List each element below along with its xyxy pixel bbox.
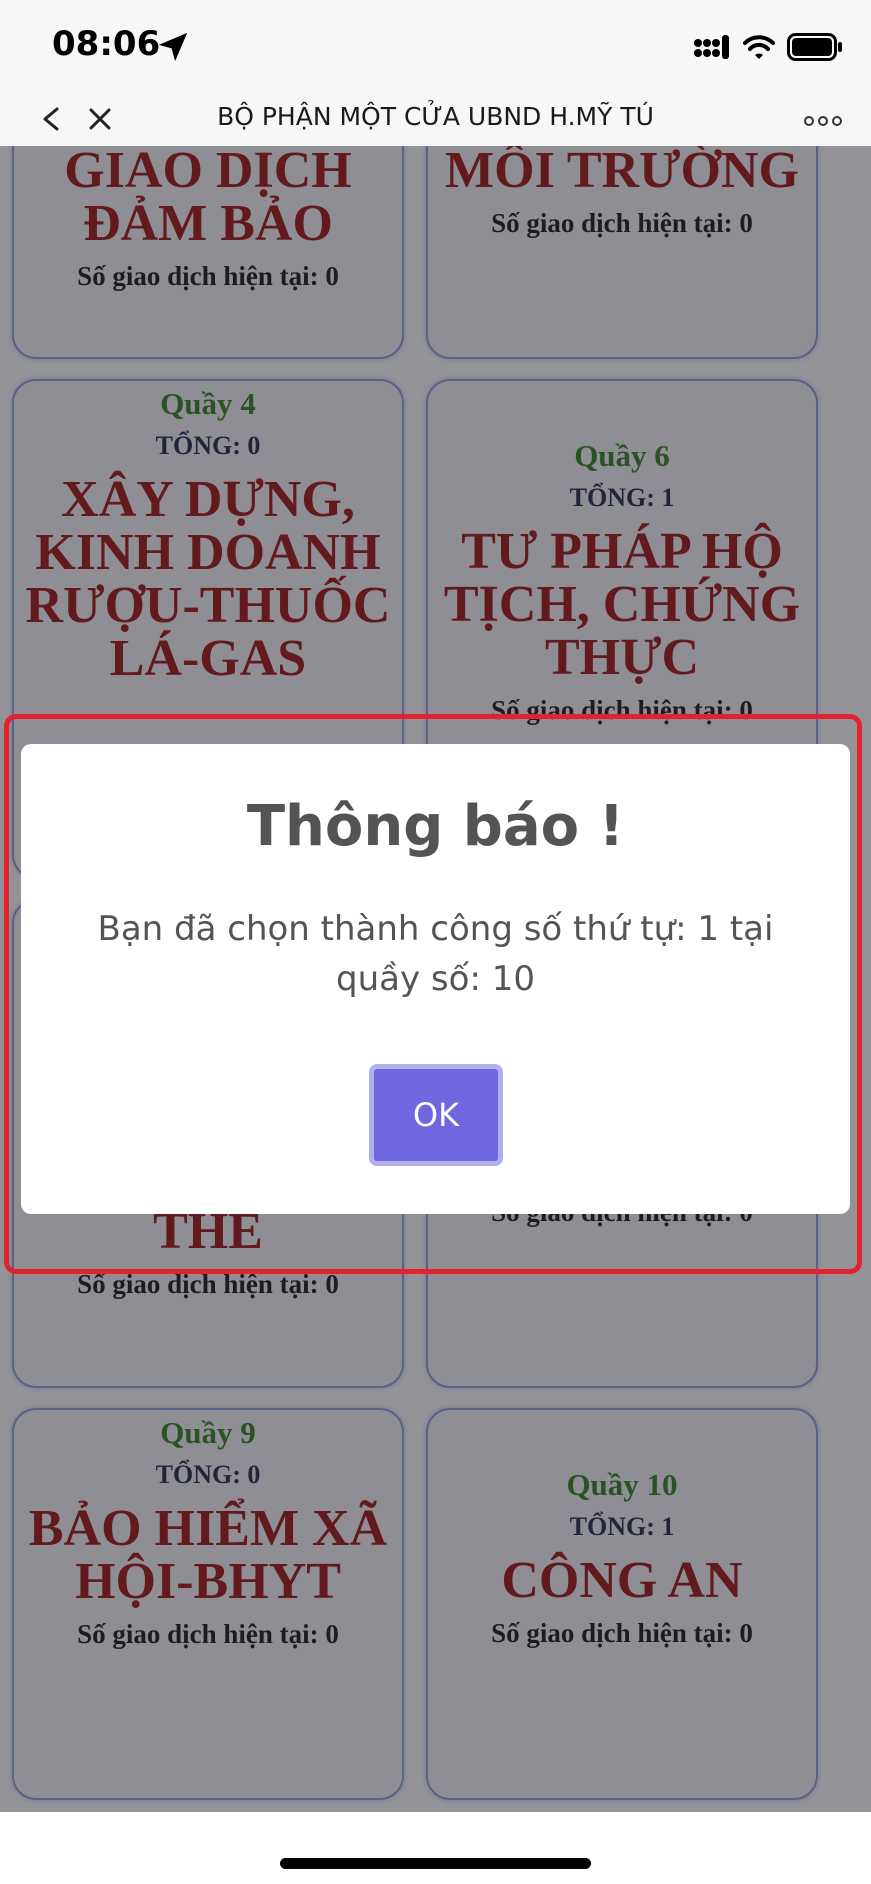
more-options-icon[interactable] xyxy=(801,100,845,138)
dialog-title: Thông báo ! xyxy=(246,794,625,859)
home-indicator-area xyxy=(0,1812,871,1884)
status-time: 08:06 xyxy=(52,24,161,64)
dialog-message: Bạn đã chọn thành công số thứ tự: 1 tại … xyxy=(97,909,774,999)
webview-nav-bar: BỘ PHẬN MỘT CỬA UBND H.MỸ TÚ xyxy=(0,92,871,146)
ok-button[interactable]: OK xyxy=(369,1064,503,1166)
alert-dialog: Thông báo ! Bạn đã chọn thành công số th… xyxy=(21,744,850,1214)
close-icon[interactable] xyxy=(82,100,118,138)
battery-icon xyxy=(787,33,842,61)
cellular-signal-icon xyxy=(694,35,729,59)
back-chevron-icon[interactable] xyxy=(34,100,70,138)
location-arrow-icon xyxy=(158,32,188,62)
page-title: BỘ PHẬN MỘT CỬA UBND H.MỸ TÚ xyxy=(217,102,654,131)
wifi-icon xyxy=(743,35,775,59)
status-bar: 08:06 xyxy=(0,0,871,92)
home-indicator[interactable] xyxy=(280,1858,591,1869)
